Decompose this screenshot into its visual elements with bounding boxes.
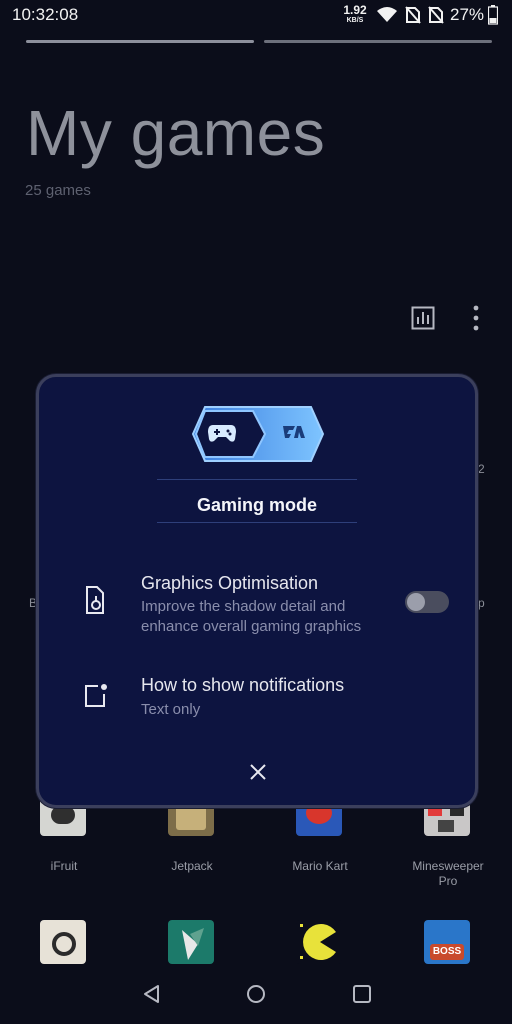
thermometer-icon	[86, 586, 104, 614]
graphics-optimisation-toggle[interactable]	[405, 591, 449, 613]
fnatic-logo-icon	[283, 426, 305, 438]
notification-icon	[85, 684, 107, 707]
notifications-subtitle: Text only	[141, 701, 201, 718]
graphics-optimisation-title: Graphics Optimisation	[141, 573, 319, 593]
game-label: iFruit	[50, 859, 78, 873]
page-title: My games	[26, 97, 326, 169]
divider	[157, 522, 357, 523]
network-speed: 1.92 KB/S	[341, 4, 369, 25]
no-sim-icon	[428, 6, 444, 24]
game-label: Minesweeper Pro	[412, 859, 484, 888]
game-label: Mario Kart	[292, 859, 348, 873]
gamepad-icon	[208, 425, 236, 442]
graphics-optimisation-subtitle: Improve the shadow detail and enhance ov…	[141, 598, 362, 635]
more-vertical-icon[interactable]	[466, 304, 486, 332]
battery-percent: 27%	[450, 5, 485, 24]
gaming-mode-dialog: Gaming mode Graphics Optimisation Improv…	[36, 374, 478, 808]
games-count: 25 games	[25, 182, 91, 199]
page-indicator	[26, 40, 254, 43]
recents-icon[interactable]	[352, 984, 372, 1004]
divider	[157, 479, 357, 480]
game-label: Jetpack	[171, 859, 213, 873]
wifi-icon	[377, 7, 397, 22]
close-icon[interactable]	[243, 757, 273, 787]
no-sim-icon	[405, 6, 421, 24]
status-bar: 10:32:08 1.92 KB/S 27%	[0, 0, 512, 30]
game-icon[interactable]	[40, 920, 86, 964]
stats-icon[interactable]	[411, 306, 435, 330]
status-time: 10:32:08	[12, 5, 79, 24]
game-icon[interactable]	[168, 920, 214, 964]
game-icon-boss[interactable]: BOSS	[424, 920, 470, 964]
dialog-title: Gaming mode	[196, 495, 317, 515]
background-label-fragment: p	[478, 596, 485, 610]
back-icon[interactable]	[142, 984, 162, 1004]
home-icon[interactable]	[246, 984, 266, 1004]
background-label-fragment: 2	[478, 462, 485, 476]
notifications-title[interactable]: How to show notifications	[141, 675, 344, 696]
toggle-knob	[407, 593, 425, 611]
battery-icon	[488, 5, 498, 25]
network-speed-value: 1.92	[343, 3, 367, 17]
network-speed-unit: KB/S	[346, 17, 364, 24]
pacman-icon[interactable]	[296, 920, 342, 964]
page-indicator	[264, 40, 492, 43]
